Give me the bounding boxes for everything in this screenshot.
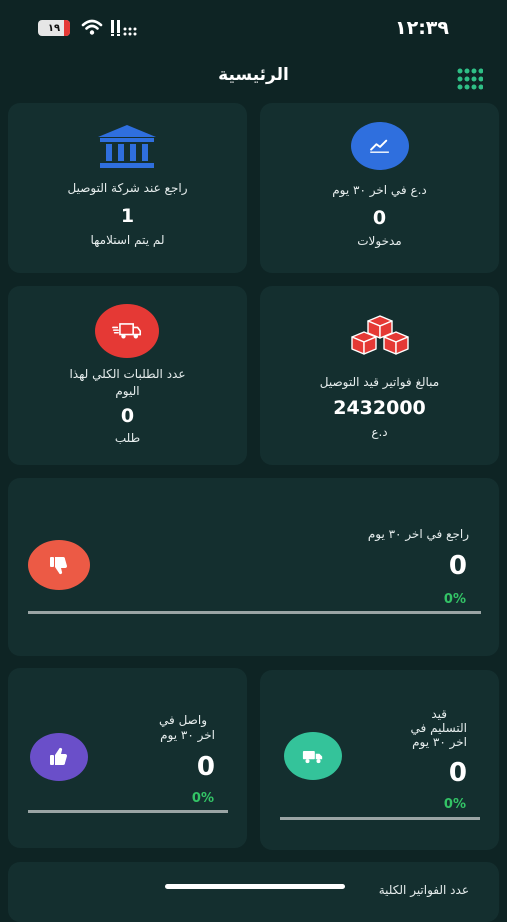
card-sub: مدخولات [357, 234, 402, 248]
card-value: 0 [196, 752, 215, 782]
percent-label: 0% [443, 797, 466, 812]
income-card[interactable]: د.ع في اخر ٣٠ يوم 0 مدخولات [260, 103, 499, 273]
card-value: 0 [372, 207, 387, 229]
delivery-truck-icon [95, 304, 159, 358]
card-label: راجع في اخر ٣٠ يوم [367, 527, 469, 541]
returned-company-card[interactable]: راجع عند شركة التوصيل 1 لم يتم استلامها [8, 103, 247, 273]
card-label-line2: اخر ٣٠ يوم [160, 728, 215, 742]
returned-30-card[interactable]: راجع في اخر ٣٠ يوم 0 0% [8, 478, 499, 656]
thumbs-up-icon [30, 733, 88, 781]
wifi-icon [81, 19, 103, 35]
card-value: 0 [448, 551, 467, 581]
truck-icon [284, 732, 342, 780]
total-invoices-card[interactable]: عدد الفواتير الكلية [8, 862, 499, 922]
card-label-line1: عدد الطلبات الكلي لهذا [69, 367, 186, 381]
under-delivery-card[interactable]: قيد التسليم في اخر ٣٠ يوم 0 0% [260, 670, 499, 850]
app-header: الرئيسية [0, 56, 507, 102]
card-value: 2432000 [333, 397, 426, 419]
battery-icon: ١٩ [38, 20, 70, 36]
card-value: 0 [120, 405, 135, 427]
bank-icon [98, 125, 156, 168]
percent-label: 0% [191, 791, 214, 806]
card-label: مبالغ فواتير قيد التوصيل [319, 375, 440, 389]
status-bar: ١٢:٣٩ ١٩ [0, 0, 507, 56]
progress-bar [280, 817, 480, 820]
card-label: عدد الفواتير الكلية [378, 883, 469, 897]
progress-bar [28, 611, 481, 614]
card-value: 0 [448, 758, 467, 788]
battery-level: ١٩ [47, 22, 61, 34]
orders-today-card[interactable]: عدد الطلبات الكلي لهذا اليوم 0 طلب [8, 286, 247, 465]
thumbs-down-icon [28, 540, 90, 590]
chart-line-icon [351, 122, 409, 170]
status-time: ١٢:٣٩ [395, 17, 449, 39]
card-label: راجع عند شركة التوصيل [67, 181, 188, 195]
signal-icon [111, 20, 137, 36]
percent-label: 0% [443, 592, 466, 607]
card-sub: لم يتم استلامها [90, 233, 165, 247]
page-title: الرئيسية [218, 65, 289, 85]
invoices-delivery-card[interactable]: مبالغ فواتير قيد التوصيل 2432000 د.ع [260, 286, 499, 465]
card-sub: د.ع [371, 425, 388, 439]
card-label-line2: اليوم [115, 384, 140, 398]
card-sub: طلب [114, 431, 141, 445]
card-label-line3: اخر ٣٠ يوم [412, 735, 467, 749]
card-label: د.ع في اخر ٣٠ يوم [332, 183, 427, 197]
home-indicator[interactable] [165, 884, 345, 889]
arrived-card[interactable]: واصل في اخر ٣٠ يوم 0 0% [8, 668, 247, 848]
boxes-icon [351, 315, 409, 355]
progress-bar [28, 810, 228, 813]
grid-dots-icon[interactable] [457, 68, 483, 90]
card-value: 1 [120, 205, 135, 227]
